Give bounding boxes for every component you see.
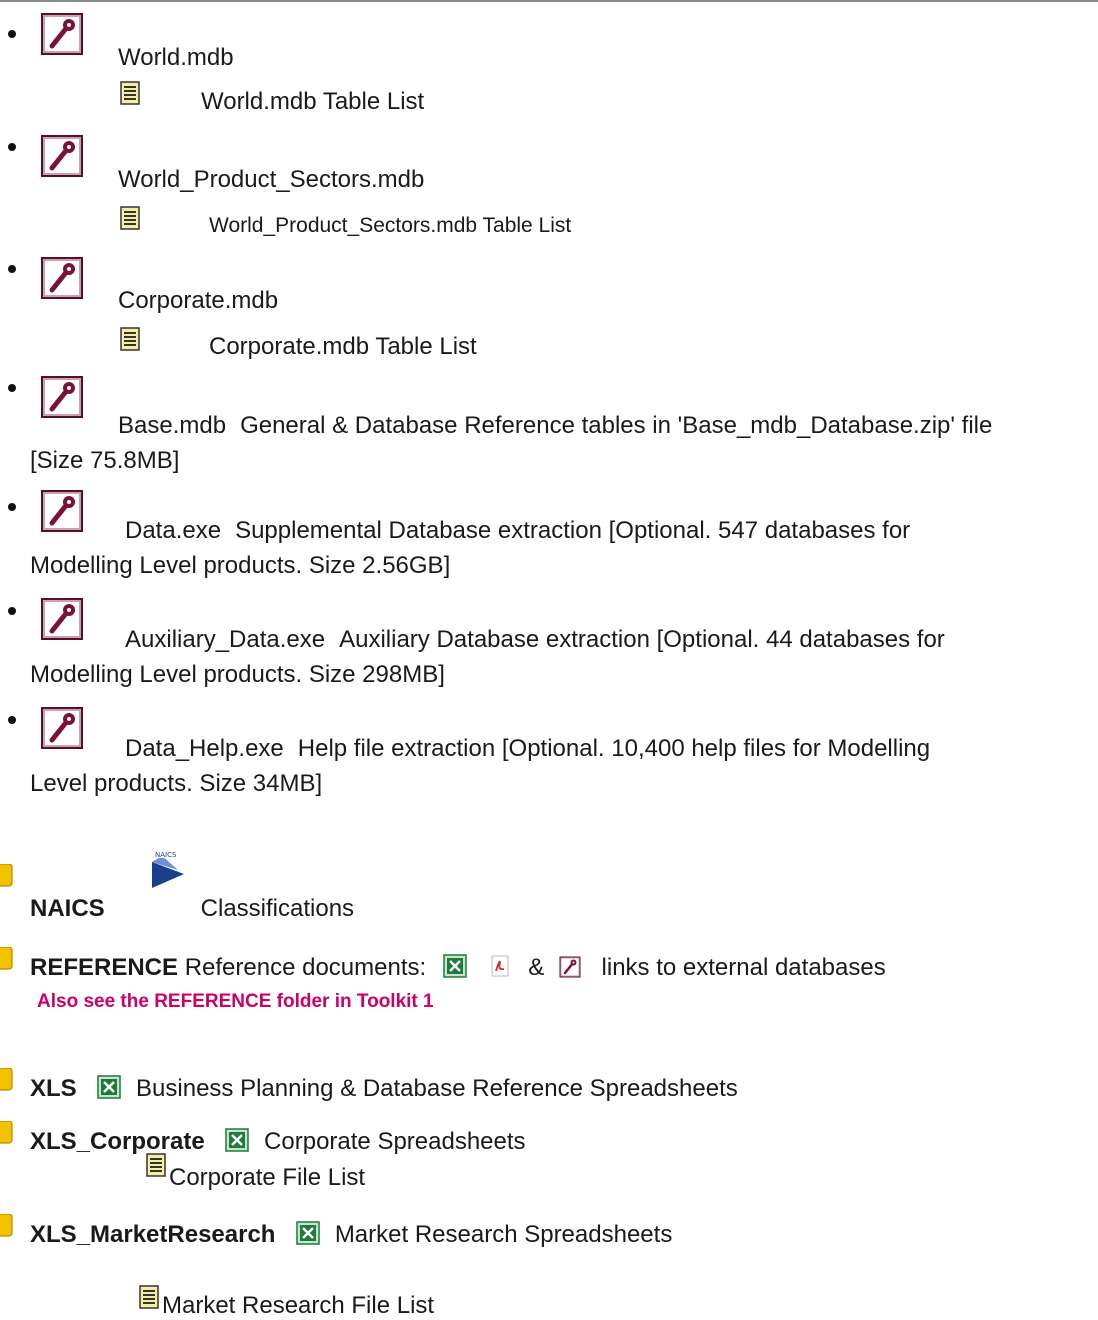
folder-icon[interactable] bbox=[0, 864, 14, 888]
bullet bbox=[8, 265, 16, 273]
text-document-icon[interactable] bbox=[146, 1153, 166, 1177]
folder-naics: NAICS Classifications bbox=[30, 895, 354, 923]
top-divider bbox=[0, 0, 1098, 2]
table-list-link[interactable]: World.mdb Table List bbox=[201, 88, 424, 116]
folder-description: Corporate Spreadsheets bbox=[264, 1128, 526, 1155]
folder-name[interactable]: REFERENCE bbox=[30, 954, 178, 981]
folder-icon[interactable] bbox=[0, 947, 14, 971]
database-description-cont: Level products. Size 34MB] bbox=[30, 770, 323, 797]
table-list-link[interactable]: Corporate.mdb Table List bbox=[209, 333, 477, 361]
database-description: Help file extraction [Optional. 10,400 h… bbox=[297, 735, 931, 762]
text-document-icon[interactable] bbox=[120, 327, 140, 351]
folder-icon[interactable] bbox=[0, 1068, 14, 1092]
folder-icon[interactable] bbox=[0, 1214, 14, 1238]
access-key-icon[interactable] bbox=[40, 12, 84, 56]
database-name[interactable]: World.mdb bbox=[118, 44, 234, 72]
excel-icon bbox=[443, 954, 467, 978]
access-key-icon[interactable] bbox=[40, 134, 84, 178]
folder-description: Classifications bbox=[200, 895, 355, 922]
database-entry: Auxiliary_Data.exe Auxiliary Database ext… bbox=[30, 622, 1096, 692]
database-description-cont: Modelling Level products. Size 2.56GB] bbox=[30, 552, 451, 579]
database-description-cont: Modelling Level products. Size 298MB] bbox=[30, 661, 445, 688]
database-name[interactable]: Corporate.mdb bbox=[118, 287, 278, 315]
database-entry: Base.mdb General & Database Reference tab… bbox=[30, 408, 1096, 478]
database-name[interactable]: Data_Help.exe bbox=[125, 735, 284, 762]
text-document-icon[interactable] bbox=[120, 81, 140, 105]
folder-description: Business Planning & Database Reference S… bbox=[136, 1075, 738, 1102]
database-name[interactable]: Data.exe bbox=[125, 517, 221, 544]
bullet bbox=[8, 30, 16, 38]
bullet bbox=[8, 503, 16, 511]
folder-icon[interactable] bbox=[0, 1121, 14, 1145]
text-document-icon[interactable] bbox=[139, 1285, 159, 1309]
bullet bbox=[8, 607, 16, 615]
naics-logo-icon bbox=[148, 848, 188, 892]
bullet bbox=[8, 384, 16, 392]
ampersand: & bbox=[528, 954, 545, 981]
folder-name[interactable]: XLS bbox=[30, 1075, 77, 1102]
database-description: General & Database Reference tables in '… bbox=[240, 412, 993, 439]
folder-xls-corporate: XLS_Corporate Corporate Spreadsheets bbox=[30, 1128, 526, 1156]
database-entry: Data_Help.exe Help file extraction [Optio… bbox=[30, 731, 1096, 801]
excel-icon bbox=[296, 1221, 320, 1245]
database-name[interactable]: Auxiliary_Data.exe bbox=[125, 626, 325, 653]
text-document-icon[interactable] bbox=[120, 206, 140, 230]
database-description: Supplemental Database extraction [Option… bbox=[235, 517, 911, 544]
access-key-icon[interactable] bbox=[40, 256, 84, 300]
folder-xls: XLS Business Planning & Database Referen… bbox=[30, 1075, 738, 1103]
folder-description-end: links to external databases bbox=[601, 954, 886, 981]
folder-name[interactable]: NAICS bbox=[30, 895, 105, 922]
table-list-link[interactable]: World_Product_Sectors.mdb Table List bbox=[209, 212, 571, 240]
file-list-link[interactable]: Market Research File List bbox=[162, 1292, 434, 1320]
folder-xls-marketresearch: XLS_MarketResearch Market Research Sprea… bbox=[30, 1221, 672, 1249]
access-key-icon bbox=[559, 956, 581, 978]
file-list-link[interactable]: Corporate File List bbox=[169, 1164, 365, 1192]
reference-note: Also see the REFERENCE folder in Toolkit… bbox=[37, 991, 434, 1012]
bullet bbox=[8, 716, 16, 724]
database-description-cont: [Size 75.8MB] bbox=[30, 447, 180, 474]
folder-description: Market Research Spreadsheets bbox=[334, 1221, 673, 1248]
database-name[interactable]: Base.mdb bbox=[118, 412, 226, 439]
folder-name[interactable]: XLS_MarketResearch bbox=[30, 1221, 275, 1248]
database-entry: Data.exe Supplemental Database extraction… bbox=[30, 513, 1096, 583]
bullet bbox=[8, 143, 16, 151]
folder-description: Reference documents: bbox=[184, 954, 427, 981]
pdf-icon bbox=[488, 954, 512, 978]
folder-name[interactable]: XLS_Corporate bbox=[30, 1128, 205, 1155]
database-name[interactable]: World_Product_Sectors.mdb bbox=[118, 166, 424, 194]
excel-icon bbox=[97, 1075, 121, 1099]
excel-icon bbox=[225, 1128, 249, 1152]
database-description: Auxiliary Database extraction [Optional.… bbox=[339, 626, 945, 653]
folder-reference: REFERENCE Reference documents: & links t… bbox=[30, 954, 886, 982]
